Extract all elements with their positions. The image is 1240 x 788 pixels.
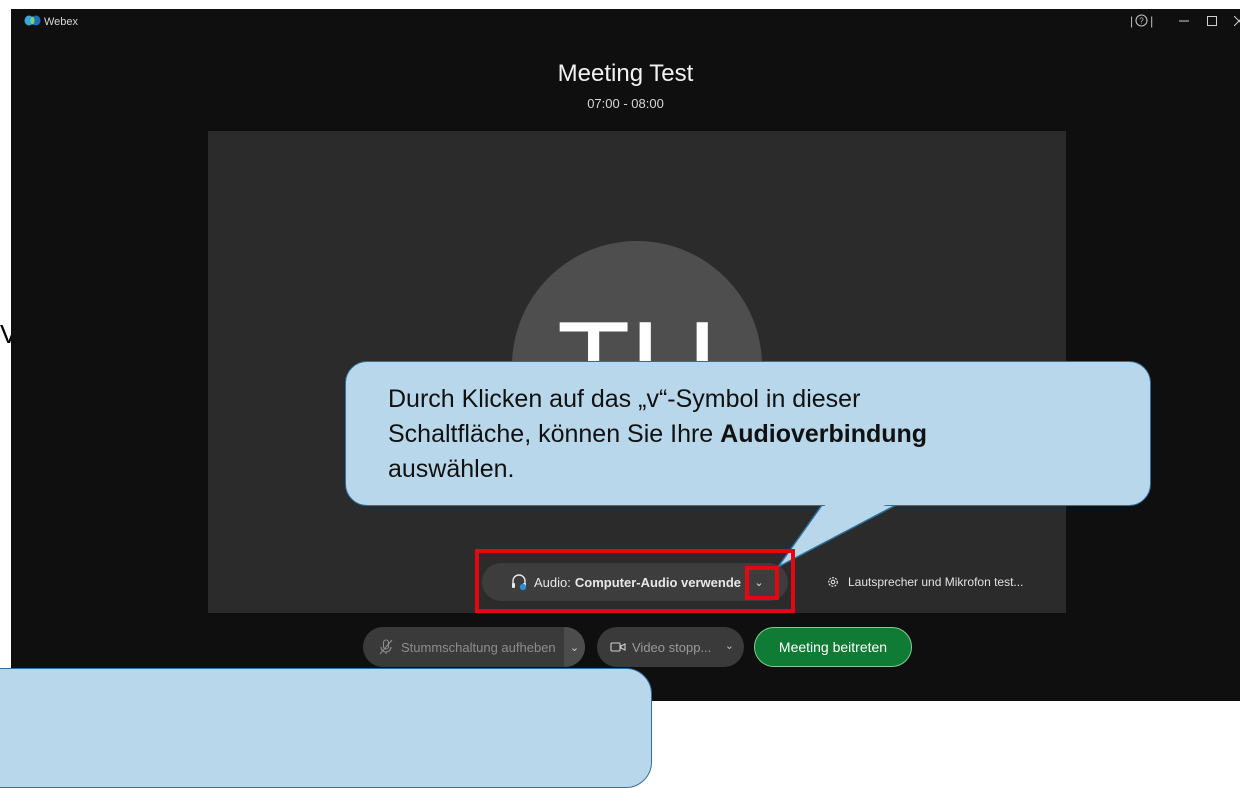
- secondary-callout: [0, 668, 652, 788]
- unmute-label: Stummschaltung aufheben: [401, 639, 556, 655]
- minimize-button[interactable]: [1174, 11, 1194, 31]
- video-camera-icon: [610, 642, 626, 652]
- background-text-fragment: V: [0, 319, 11, 349]
- join-meeting-label: Meeting beitreten: [778, 639, 888, 655]
- maximize-button[interactable]: [1202, 11, 1222, 31]
- unmute-button[interactable]: Stummschaltung aufheben ⌄: [363, 627, 585, 667]
- title-bar: Webex |? |: [11, 9, 1240, 35]
- join-meeting-button[interactable]: Meeting beitreten: [754, 627, 912, 667]
- speaker-mic-test-button[interactable]: Lautsprecher und Mikrofon test...: [826, 573, 1023, 591]
- gear-icon: [828, 577, 838, 587]
- maximize-icon: [1207, 16, 1217, 26]
- close-icon: [1234, 16, 1240, 26]
- callout-line-3: auswählen.: [388, 455, 515, 483]
- video-chevron-down-icon[interactable]: ⌄: [725, 639, 734, 652]
- help-icon[interactable]: |? |: [1130, 14, 1153, 28]
- chevron-highlight: [745, 566, 779, 600]
- callout-line-2: Schaltfläche, können Sie Ihre: [388, 420, 721, 448]
- mute-chevron-down-icon[interactable]: ⌄: [564, 627, 585, 667]
- meeting-time: 07:00 - 08:00: [587, 96, 664, 111]
- webex-logo-icon: [24, 15, 41, 26]
- app-title: Webex: [44, 16, 79, 28]
- instruction-callout: Durch Klicken auf das „v“-Symbol in dies…: [345, 361, 1151, 506]
- svg-text:?: ?: [1139, 17, 1144, 26]
- stop-video-label: Video stopp...: [632, 639, 712, 655]
- callout-line-1: Durch Klicken auf das „v“-Symbol in dies…: [388, 385, 861, 413]
- callout-highlight-word: Audioverbindung: [720, 420, 928, 448]
- stop-video-button[interactable]: Video stopp... ⌄: [597, 627, 744, 667]
- close-button[interactable]: [1229, 11, 1240, 31]
- minimize-icon: [1179, 20, 1189, 22]
- mic-muted-icon: [379, 639, 393, 655]
- meeting-title: Meeting Test: [557, 60, 694, 87]
- speaker-mic-test-label: Lautsprecher und Mikrofon test...: [848, 575, 1024, 589]
